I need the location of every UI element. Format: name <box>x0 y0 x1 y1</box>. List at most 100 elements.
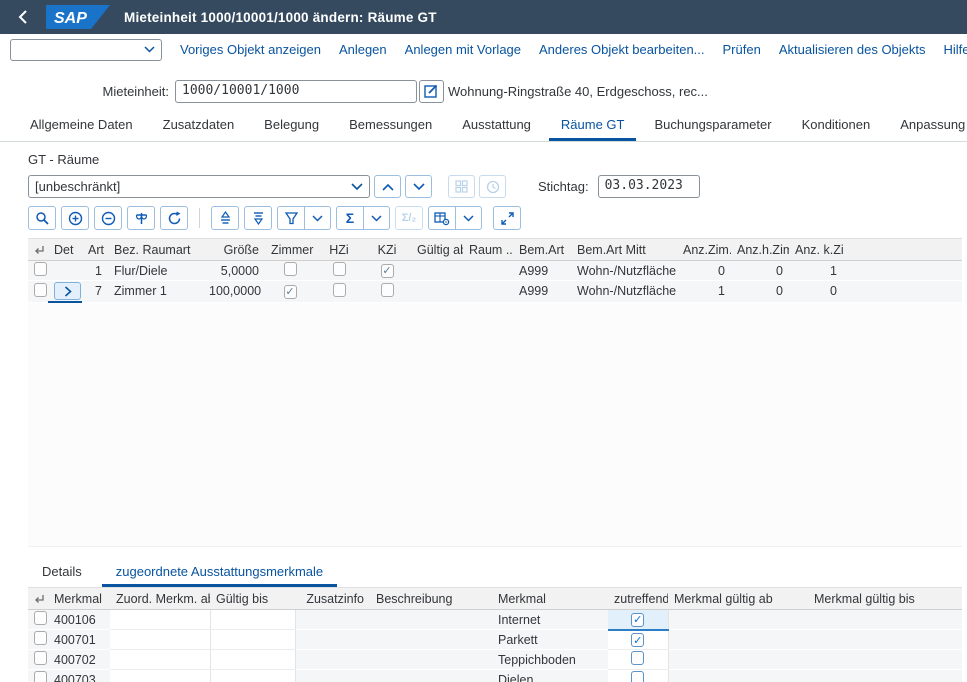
cell-beschreibung <box>370 670 492 682</box>
col-merkmal-gueltig-bis[interactable]: Merkmal gültig bis <box>808 588 948 610</box>
col-kzi[interactable]: KZi <box>363 239 411 261</box>
col-zusatzinfo[interactable]: Zusatzinfo <box>295 588 370 610</box>
col-anz-k-zi[interactable]: Anz. k.Zi. <box>789 239 843 261</box>
row-select-checkbox[interactable] <box>34 283 47 297</box>
col-zuord-merkm-ab[interactable]: Zuord. Merkm. ab <box>110 588 210 610</box>
kzi-checkbox[interactable] <box>381 264 394 278</box>
col-gueltig-ab[interactable]: Gültig ab <box>411 239 463 261</box>
table-row: 400106Internet <box>28 610 962 630</box>
tab-bemessungen[interactable]: Bemessungen <box>337 113 444 141</box>
col-anz-h-zim[interactable]: Anz.h.Zim. <box>731 239 789 261</box>
detail-button[interactable] <box>54 282 81 300</box>
zoom-in-button[interactable] <box>61 206 89 230</box>
select-all-cell[interactable] <box>28 588 48 610</box>
cell-gueltig-bis[interactable] <box>210 630 295 650</box>
row-select-checkbox[interactable] <box>34 611 47 625</box>
col-groesse[interactable]: Größe <box>203 239 265 261</box>
tab-merkmale[interactable]: zugeordnete Ausstattungsmerkmale <box>102 561 337 587</box>
mieteinheit-input[interactable]: 1000/10001/1000 <box>175 80 417 103</box>
col-merkmal-gueltig-ab[interactable]: Merkmal gültig ab <box>668 588 808 610</box>
kzi-checkbox[interactable] <box>381 283 394 297</box>
row-select-checkbox[interactable] <box>34 671 47 682</box>
col-beschreibung[interactable]: Beschreibung <box>370 588 492 610</box>
col-raum[interactable]: Raum ... <box>463 239 513 261</box>
tab-belegung[interactable]: Belegung <box>252 113 331 141</box>
zimmer-checkbox[interactable] <box>284 262 297 276</box>
row-select-checkbox[interactable] <box>34 262 47 276</box>
cell-zuord-merkm-ab[interactable] <box>110 650 210 670</box>
range-select[interactable]: [unbeschränkt] <box>28 175 370 198</box>
row-select-checkbox[interactable] <box>34 631 47 645</box>
col-merkmal[interactable]: Merkmal <box>48 588 110 610</box>
zoom-out-button[interactable] <box>94 206 122 230</box>
stichtag-label: Stichtag: <box>538 179 589 194</box>
zimmer-checkbox[interactable] <box>284 285 297 299</box>
command-field[interactable] <box>10 39 162 61</box>
select-all-cell[interactable] <box>28 239 48 261</box>
cell-zusatzinfo <box>295 670 370 682</box>
hzi-checkbox[interactable] <box>333 283 346 297</box>
menu-link-1[interactable]: Anlegen <box>339 42 387 57</box>
next-interval-button[interactable] <box>405 175 432 198</box>
table-settings-menu-button[interactable] <box>455 207 481 229</box>
back-icon[interactable] <box>12 7 32 27</box>
zutreffend-checkbox[interactable] <box>631 633 644 647</box>
cell-merkmal-gueltig-bis <box>808 670 948 682</box>
edit-button[interactable] <box>419 80 444 103</box>
tab-buchungsparameter[interactable]: Buchungsparameter <box>642 113 783 141</box>
cell-gueltig-bis[interactable] <box>210 650 295 670</box>
sum-button[interactable]: Σ <box>337 207 363 229</box>
tab-konditionen[interactable]: Konditionen <box>790 113 883 141</box>
stichtag-input[interactable]: 03.03.2023 <box>598 175 700 198</box>
col-bem-art[interactable]: Bem.Art <box>513 239 571 261</box>
row-select-checkbox[interactable] <box>34 651 47 665</box>
chevron-right-icon <box>64 286 72 297</box>
cell-zuord-merkm-ab[interactable] <box>110 670 210 682</box>
cell-zuord-merkm-ab[interactable] <box>110 610 210 630</box>
tab-zusatzdaten[interactable]: Zusatzdaten <box>151 113 247 141</box>
check-entries-button[interactable] <box>127 206 155 230</box>
col-bem-art-mitt[interactable]: Bem.Art Mitt <box>571 239 677 261</box>
table-settings-button[interactable] <box>429 207 455 229</box>
col-merkmal-text[interactable]: Merkmal <box>492 588 608 610</box>
cell-gueltig-bis[interactable] <box>210 610 295 630</box>
menu-link-3[interactable]: Anderes Objekt bearbeiten... <box>539 42 705 57</box>
filter-menu-button[interactable] <box>304 207 330 229</box>
tab-anpassung[interactable]: Anpassung <box>888 113 967 141</box>
cell-merkmal-gueltig-ab <box>668 630 808 650</box>
tab-details[interactable]: Details <box>28 561 96 587</box>
filter-button[interactable] <box>278 207 304 229</box>
col-art[interactable]: Art <box>82 239 108 261</box>
hzi-checkbox[interactable] <box>333 262 346 276</box>
col-hzi[interactable]: HZi <box>315 239 363 261</box>
col-gueltig-bis[interactable]: Gültig bis <box>210 588 295 610</box>
sigma-icon: Σ <box>346 210 354 226</box>
menu-link-4[interactable]: Prüfen <box>723 42 761 57</box>
menu-link-5[interactable]: Aktualisieren des Objekts <box>779 42 926 57</box>
menu-link-2[interactable]: Anlegen mit Vorlage <box>405 42 521 57</box>
sum-menu-button[interactable] <box>363 207 389 229</box>
tab-allgemeine-daten[interactable]: Allgemeine Daten <box>18 113 145 141</box>
cell-zuord-merkm-ab[interactable] <box>110 630 210 650</box>
menu-link-6[interactable]: Hilfe anzeigen <box>944 42 967 57</box>
expand-button[interactable] <box>493 206 521 230</box>
col-bez-raumart[interactable]: Bez. Raumart <box>108 239 203 261</box>
zutreffend-checkbox[interactable] <box>631 671 644 682</box>
col-zimmer[interactable]: Zimmer <box>265 239 315 261</box>
tab-räume-gt[interactable]: Räume GT <box>549 113 637 141</box>
cell-beschreibung <box>370 650 492 670</box>
col-det[interactable]: Det <box>48 239 82 261</box>
zutreffend-checkbox[interactable] <box>631 613 644 627</box>
menu-link-0[interactable]: Voriges Objekt anzeigen <box>180 42 321 57</box>
col-zutreffend[interactable]: zutreffend <box>608 588 668 610</box>
sort-ascending-button[interactable] <box>211 206 239 230</box>
sort-descending-button[interactable] <box>244 206 272 230</box>
cell-zusatzinfo <box>295 610 370 630</box>
zutreffend-checkbox[interactable] <box>631 651 644 665</box>
find-button[interactable] <box>28 206 56 230</box>
col-anz-zim[interactable]: Anz.Zim. <box>677 239 731 261</box>
cell-gueltig-bis[interactable] <box>210 670 295 682</box>
tab-ausstattung[interactable]: Ausstattung <box>450 113 543 141</box>
previous-interval-button[interactable] <box>374 175 401 198</box>
refresh-button[interactable] <box>160 206 188 230</box>
